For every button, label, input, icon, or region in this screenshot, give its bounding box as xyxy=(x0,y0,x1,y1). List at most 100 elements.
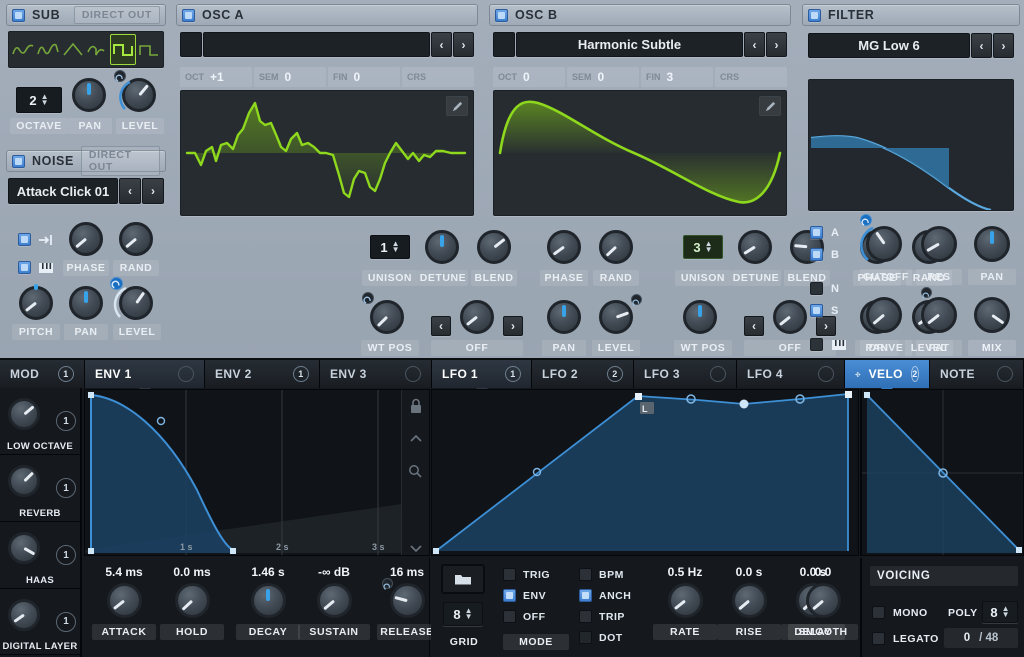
lfo-mode-env[interactable]: ENV xyxy=(503,585,569,606)
osc-a-wavetable-display[interactable] xyxy=(180,90,474,216)
sub-panel-header[interactable]: SUB DIRECT OUT xyxy=(6,4,166,26)
filter-drive-knob[interactable] xyxy=(866,297,902,333)
lfo-rate[interactable]: 0.5 Hz RATE xyxy=(653,565,717,640)
noise-pitch-knob[interactable] xyxy=(19,286,53,320)
env-attack[interactable]: 5.4 ms ATTACK xyxy=(92,565,156,640)
osc-b-fin-field[interactable]: FIN 3 xyxy=(641,67,713,87)
osc-a-detune-knob[interactable] xyxy=(425,230,459,264)
sub-octave-spinner[interactable]: 2 ▲▼ xyxy=(16,87,62,113)
env-graph[interactable]: 1 s 2 s 3 s xyxy=(84,389,430,556)
magnifier-icon[interactable] xyxy=(408,464,423,479)
mod-source-haas[interactable]: 1 HAAS xyxy=(0,522,80,589)
sub-wave-sine2[interactable] xyxy=(36,34,61,65)
lfo-mode-off[interactable]: OFF xyxy=(503,606,569,627)
noise-sync-toggle[interactable] xyxy=(18,233,54,246)
osc-b-wavetable-display[interactable] xyxy=(493,90,787,216)
noise-next-button[interactable]: › xyxy=(142,178,164,204)
filter-cutoff-knob[interactable] xyxy=(866,226,902,262)
osc-a-wtpos-mod-badge[interactable] xyxy=(362,292,374,304)
osc-b-edit-button[interactable] xyxy=(759,96,781,116)
tab-lfo-3[interactable]: LFO 3 xyxy=(634,360,737,388)
lfo-rise[interactable]: 0.0 s RISE xyxy=(717,565,781,640)
lfo-sync-bpm[interactable]: BPM xyxy=(579,564,649,585)
filter-route-s[interactable]: S xyxy=(810,304,838,317)
osc-a-crs-field[interactable]: CRS -- xyxy=(402,67,474,87)
sub-level-mod-badge[interactable] xyxy=(114,70,126,82)
sub-waveform-selector[interactable] xyxy=(8,31,164,68)
env-sustain[interactable]: -∞ dB SUSTAIN xyxy=(298,565,370,640)
filter-cutoff-mod-badge[interactable] xyxy=(860,214,872,226)
osc-b-detune-knob[interactable] xyxy=(738,230,772,264)
filter-next-button[interactable]: › xyxy=(993,33,1014,58)
noise-level-mod-badge[interactable] xyxy=(110,277,123,290)
tab-velo[interactable]: VELO 2 xyxy=(845,360,930,388)
filter-keytrack-toggle[interactable] xyxy=(810,338,847,351)
env-release-mod-badge[interactable] xyxy=(382,578,393,589)
noise-phase-knob[interactable] xyxy=(69,222,103,256)
osc-a-fin-field[interactable]: FIN 0 xyxy=(328,67,400,87)
filter-response-graph[interactable] xyxy=(808,79,1014,211)
lfo-graph[interactable]: L xyxy=(431,389,859,556)
noise-prev-button[interactable]: ‹ xyxy=(119,178,141,204)
noise-preset-display[interactable]: Attack Click 01 xyxy=(8,178,118,204)
sub-enable-checkbox[interactable] xyxy=(12,9,25,22)
osc-b-crs-field[interactable]: CRS -- xyxy=(715,67,787,87)
noise-enable-checkbox[interactable] xyxy=(12,155,25,168)
chevron-up-icon[interactable] xyxy=(409,434,423,444)
tab-env-1[interactable]: ENV 1 xyxy=(85,360,205,388)
filter-route-n[interactable]: N xyxy=(810,282,839,295)
tab-mod[interactable]: MOD 1 xyxy=(0,360,85,388)
osc-a-off-prev-button[interactable]: ‹ xyxy=(431,316,451,336)
osc-a-next-button[interactable]: › xyxy=(453,32,474,57)
osc-a-preset-display[interactable] xyxy=(203,32,430,57)
osc-b-sem-field[interactable]: SEM 0 xyxy=(567,67,639,87)
lfo-smooth[interactable]: 0.0 SMOOTH xyxy=(788,565,858,640)
osc-b-wtpos-knob[interactable] xyxy=(683,300,717,334)
sub-wave-saw[interactable] xyxy=(85,34,110,65)
filter-route-b[interactable]: B xyxy=(810,248,839,261)
osc-a-preset-menu-button[interactable] xyxy=(180,32,202,57)
velo-graph[interactable] xyxy=(860,389,1024,556)
osc-b-preset-display[interactable]: Harmonic Subtle xyxy=(516,32,743,57)
osc-b-enable-checkbox[interactable] xyxy=(495,9,508,22)
lfo-preset-folder-button[interactable] xyxy=(441,564,485,594)
osc-a-oct-field[interactable]: OCT +1 xyxy=(180,67,252,87)
lfo-sync-trip[interactable]: TRIP xyxy=(579,606,649,627)
noise-rand-knob[interactable] xyxy=(119,222,153,256)
sub-wave-square[interactable] xyxy=(110,34,137,65)
sub-pan-knob[interactable] xyxy=(72,78,106,112)
voicing-mono-toggle[interactable]: MONO xyxy=(872,606,928,619)
tab-lfo-4[interactable]: LFO 4 xyxy=(737,360,845,388)
osc-b-unison-spinner[interactable]: 3 ▲▼ xyxy=(683,235,723,259)
osc-a-enable-checkbox[interactable] xyxy=(182,9,195,22)
env-decay[interactable]: 1.46 s DECAY xyxy=(236,565,300,640)
osc-b-oct-field[interactable]: OCT 0 xyxy=(493,67,565,87)
osc-a-edit-button[interactable] xyxy=(446,96,468,116)
osc-a-wtpos-knob[interactable] xyxy=(370,300,404,334)
noise-keytrack-toggle[interactable] xyxy=(18,261,54,274)
voicing-poly-spinner[interactable]: 8 ▲▼ xyxy=(982,601,1018,623)
lfo-sync-anch[interactable]: ANCH xyxy=(579,585,649,606)
tab-env-3[interactable]: ENV 3 xyxy=(320,360,432,388)
osc-b-header[interactable]: OSC B xyxy=(489,4,791,26)
mod-source-reverb[interactable]: 1 REVERB xyxy=(0,455,80,522)
filter-type-display[interactable]: MG Low 6 xyxy=(808,33,970,58)
noise-panel-header[interactable]: NOISE DIRECT OUT xyxy=(6,150,166,172)
voicing-legato-toggle[interactable]: LEGATO xyxy=(872,632,939,645)
tab-note[interactable]: NOTE xyxy=(930,360,1024,388)
osc-a-header[interactable]: OSC A xyxy=(176,4,478,26)
filter-pan-knob[interactable] xyxy=(974,226,1010,262)
filter-prev-button[interactable]: ‹ xyxy=(971,33,992,58)
mod-source-low-octave[interactable]: 1 LOW OCTAVE xyxy=(0,388,80,455)
lfo-mode-trig[interactable]: TRIG xyxy=(503,564,569,585)
lock-icon[interactable] xyxy=(409,398,423,414)
lfo-sync-dot[interactable]: DOT xyxy=(579,627,649,648)
chevron-down-icon[interactable] xyxy=(409,543,423,553)
osc-b-prev-button[interactable]: ‹ xyxy=(744,32,765,57)
osc-b-off-prev-button[interactable]: ‹ xyxy=(744,316,764,336)
tab-env-2[interactable]: ENV 2 1 xyxy=(205,360,320,388)
sub-wave-triangle[interactable] xyxy=(60,34,85,65)
sub-wave-pulse[interactable] xyxy=(136,34,161,65)
noise-level-knob[interactable] xyxy=(119,286,153,320)
mod-source-digital-layer[interactable]: 1 DIGITAL LAYER xyxy=(0,589,80,655)
